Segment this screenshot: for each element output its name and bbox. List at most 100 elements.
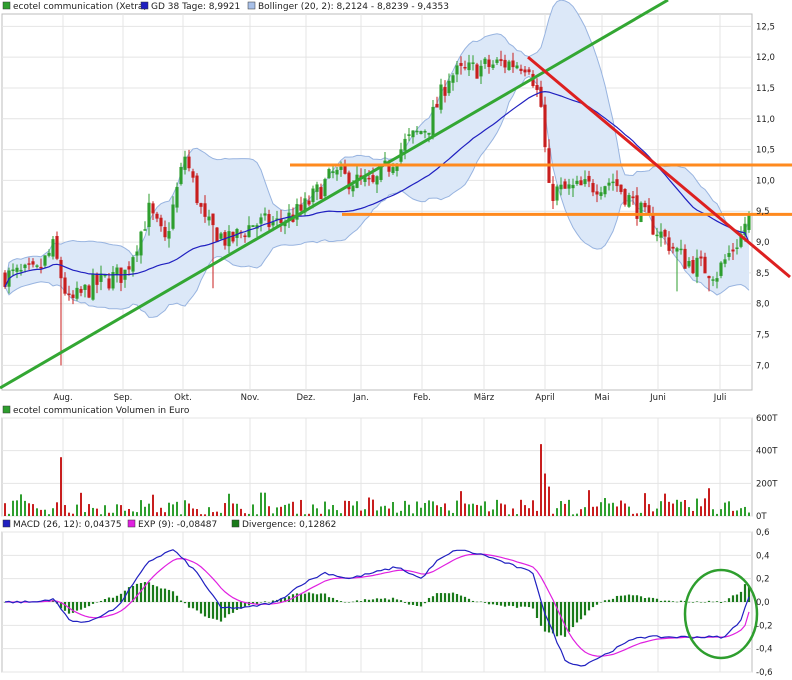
candle-body — [463, 67, 467, 69]
volume-bar — [688, 507, 690, 516]
candle-body — [407, 134, 411, 136]
chart-canvas: ecotel communication (Xetra) GD 38 Tage:… — [0, 0, 792, 678]
volume-bar — [480, 505, 482, 516]
candle-body — [691, 259, 695, 274]
volume-bar — [708, 488, 710, 516]
divergence-bar — [383, 598, 387, 602]
volume-bar — [348, 501, 350, 516]
volume-bar — [656, 508, 658, 516]
divergence-bar — [631, 595, 635, 602]
volume-bar — [320, 513, 322, 516]
divergence-bar — [267, 602, 271, 603]
divergence-bar — [87, 602, 91, 607]
volume-bar — [448, 510, 450, 516]
candle-body — [95, 273, 99, 285]
candle-body — [475, 64, 479, 79]
divergence-bar — [431, 596, 435, 602]
divergence-bar — [355, 600, 359, 602]
divergence-bar — [227, 602, 231, 615]
divergence-bar — [107, 597, 111, 602]
divergence-bar — [63, 602, 67, 611]
x-tick-label: März — [474, 393, 495, 403]
volume-bar — [396, 512, 398, 516]
candle-body — [519, 68, 523, 71]
volume-bar — [568, 499, 570, 516]
volume-bar — [284, 504, 286, 516]
candle-body — [135, 251, 139, 256]
divergence-bar — [339, 601, 343, 602]
exp-line — [4, 553, 750, 657]
volume-bar — [536, 510, 538, 516]
macd-y-tick-label: 0,4 — [756, 551, 770, 561]
divergence-bar — [619, 595, 623, 602]
divergence-bar — [423, 602, 427, 604]
volume-bar — [144, 506, 146, 516]
divergence-bar — [611, 598, 615, 602]
divergence-bar — [571, 602, 575, 628]
candle-body — [483, 58, 487, 64]
candle-body — [87, 285, 91, 298]
candle-body — [715, 278, 719, 282]
volume-bar — [424, 502, 426, 516]
volume-bar — [56, 502, 58, 516]
legend-swatch-bollinger — [247, 1, 256, 10]
divergence-bar — [483, 602, 487, 603]
volume-bar — [648, 504, 650, 516]
volume-bar — [736, 510, 738, 516]
volume-bar — [636, 513, 638, 516]
candle-body — [155, 213, 159, 219]
volume-bar — [356, 501, 358, 516]
candle-body — [747, 214, 751, 230]
volume-bar — [228, 493, 230, 516]
candle-body — [511, 60, 515, 68]
candle-body — [599, 192, 603, 196]
divergence-bar — [451, 592, 455, 602]
divergence-bar — [351, 601, 355, 603]
volume-bar — [352, 505, 354, 516]
price-y-tick-label: 7,5 — [756, 331, 770, 341]
divergence-bar — [347, 602, 351, 603]
volume-bar — [304, 514, 306, 516]
divergence-bar — [691, 602, 695, 603]
divergence-bar — [743, 584, 747, 602]
x-tick-label: Juli — [713, 393, 727, 403]
volume-bar — [408, 504, 410, 516]
divergence-bar — [711, 601, 715, 603]
candle-body — [171, 204, 175, 229]
volume-bar — [92, 507, 94, 516]
divergence-bar — [327, 597, 331, 602]
divergence-bar — [363, 599, 367, 602]
volume-bar — [576, 513, 578, 516]
candle-body — [583, 179, 587, 185]
volume-bar — [740, 508, 742, 516]
divergence-bar — [187, 602, 191, 608]
divergence-bar — [655, 598, 659, 602]
volume-bar — [540, 444, 542, 516]
candle-body — [731, 249, 735, 252]
candle-body — [591, 183, 595, 193]
volume-bar — [616, 506, 618, 516]
legend-label-gd38: GD 38 Tage: 8,9921 — [151, 2, 240, 12]
divergence-bar — [463, 596, 467, 602]
candle-body — [551, 183, 555, 201]
candle-body — [615, 179, 619, 187]
divergence-bar — [679, 600, 683, 602]
volume-bar — [308, 513, 310, 516]
candle-body — [495, 59, 499, 63]
volume-bar — [164, 512, 166, 516]
candle-body — [11, 269, 15, 271]
volume-bar — [360, 510, 362, 516]
candle-body — [243, 235, 247, 238]
divergence-bar — [439, 593, 443, 602]
x-tick-label: Okt. — [174, 393, 192, 403]
volume-bar — [524, 505, 526, 516]
divergence-bar — [735, 594, 739, 602]
candle-body — [307, 200, 311, 205]
candle-body — [679, 248, 683, 251]
volume-bar — [328, 509, 330, 516]
volume-bar — [132, 511, 134, 516]
candle-body — [611, 181, 615, 184]
price-y-tick-label: 10,5 — [756, 146, 775, 156]
divergence-bar — [639, 596, 643, 602]
volume-bar — [532, 500, 534, 516]
